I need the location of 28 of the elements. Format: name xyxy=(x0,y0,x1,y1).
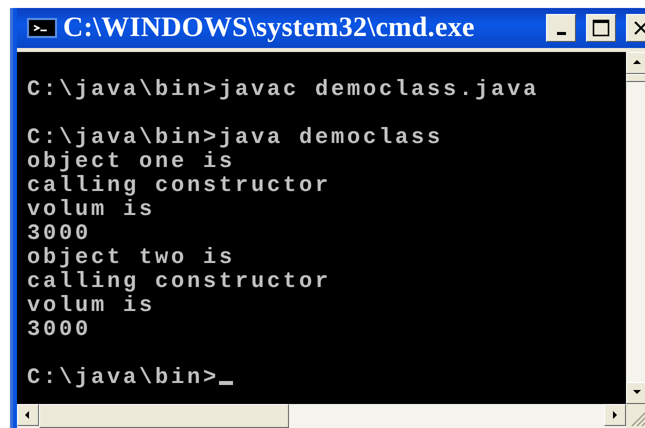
scroll-up-button[interactable] xyxy=(626,52,645,74)
scroll-thumb[interactable] xyxy=(39,404,289,428)
scroll-thumb[interactable] xyxy=(626,74,645,82)
console-icon xyxy=(27,18,57,38)
console-line: C:\java\bin>javac democlass.java xyxy=(27,78,540,102)
horizontal-scrollbar[interactable] xyxy=(17,404,626,428)
console-line: volum is xyxy=(27,198,156,222)
close-icon xyxy=(633,20,645,36)
text-cursor xyxy=(219,381,234,385)
minimize-icon xyxy=(556,32,566,34)
scroll-left-button[interactable] xyxy=(17,404,39,426)
console-line: object one is xyxy=(27,150,236,174)
maximize-button[interactable] xyxy=(586,14,616,42)
scroll-down-button[interactable] xyxy=(626,382,645,404)
console-line: 3000 xyxy=(27,222,92,246)
console-line: 3000 xyxy=(27,318,92,342)
window-title: C:\WINDOWS\system32\cmd.exe xyxy=(63,12,476,44)
scroll-right-button[interactable] xyxy=(604,404,626,426)
console-line: calling constructor xyxy=(27,174,332,198)
console-line: volum is xyxy=(27,294,156,318)
vertical-scrollbar[interactable] xyxy=(626,52,645,404)
console-line: C:\java\bin> xyxy=(27,366,626,390)
console-line: C:\java\bin>java democlass xyxy=(27,126,444,150)
console-line: calling constructor xyxy=(27,270,332,294)
minimize-button[interactable] xyxy=(546,14,576,42)
maximize-icon xyxy=(592,19,610,37)
right-arrow-icon xyxy=(610,410,620,420)
console-line: object two is xyxy=(27,246,236,270)
